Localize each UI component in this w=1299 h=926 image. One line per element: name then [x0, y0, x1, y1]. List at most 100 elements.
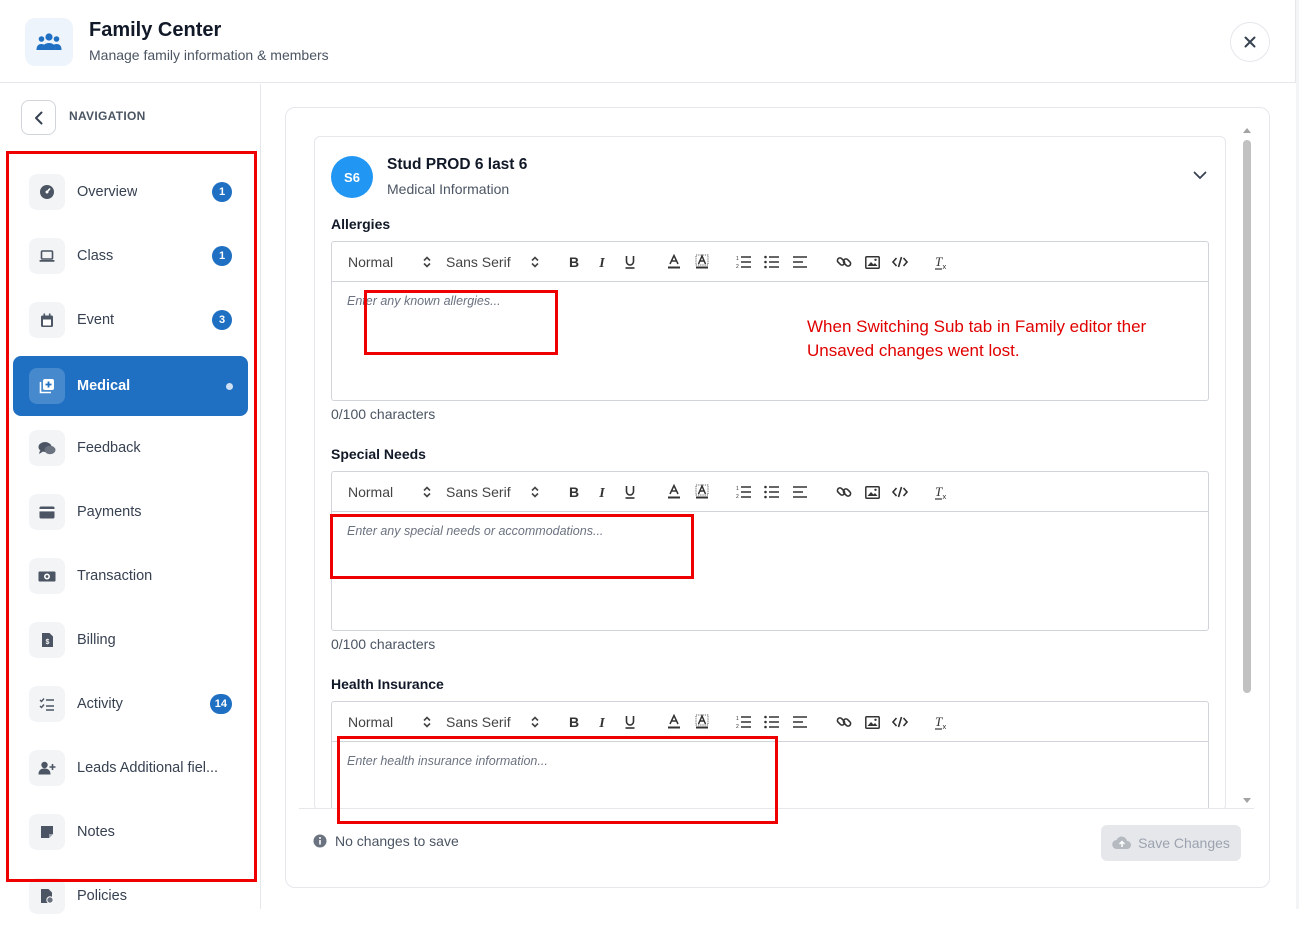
updown-icon [418, 713, 436, 731]
bold-icon[interactable]: B [565, 483, 583, 501]
link-icon[interactable] [835, 253, 853, 271]
align-icon[interactable] [791, 253, 809, 271]
text-color-icon[interactable] [665, 713, 683, 731]
save-status: No changes to save [313, 833, 459, 849]
cloud-upload-icon [1112, 836, 1132, 850]
sidebar-item-label: Policies [77, 888, 127, 904]
annotation-line-1: When Switching Sub tab in Family editor … [807, 317, 1147, 336]
page-title: Family Center [89, 19, 222, 41]
updown-icon [418, 253, 436, 271]
heading-select-value: Normal [348, 714, 394, 730]
collapse-panel-button[interactable] [1193, 167, 1207, 185]
underline-icon[interactable] [621, 713, 639, 731]
image-icon[interactable] [863, 713, 881, 731]
text-color-icon[interactable] [665, 253, 683, 271]
background-color-icon[interactable] [693, 483, 711, 501]
student-medical-panel: S6 Stud PROD 6 last 6 Medical Informatio… [314, 136, 1226, 811]
bullet-list-icon[interactable] [763, 253, 781, 271]
section-subtitle: Medical Information [387, 181, 510, 197]
bullet-list-icon[interactable] [763, 483, 781, 501]
navigation-label: NAVIGATION [69, 109, 146, 123]
annotation-note: When Switching Sub tab in Family editor … [807, 315, 1183, 363]
family-center-window: Family Center Manage family information … [0, 0, 1299, 914]
save-changes-label: Save Changes [1138, 835, 1230, 851]
heading-select-value: Normal [348, 484, 394, 500]
header: Family Center Manage family information … [0, 0, 1296, 83]
collapse-navigation-button[interactable] [21, 100, 56, 135]
font-select-value: Sans Serif [446, 484, 511, 500]
font-select[interactable]: Sans Serif [446, 472, 511, 512]
save-changes-button[interactable]: Save Changes [1101, 825, 1241, 861]
italic-icon[interactable]: I [593, 253, 611, 271]
link-icon[interactable] [835, 483, 853, 501]
svg-text:x: x [943, 262, 947, 270]
allergies-char-count: 0/100 characters [331, 406, 436, 422]
svg-text:B: B [569, 255, 579, 269]
heading-select-value: Normal [348, 254, 394, 270]
bullet-list-icon[interactable] [763, 713, 781, 731]
ordered-list-icon[interactable]: 12 [735, 713, 753, 731]
clear-format-icon[interactable]: Tx [933, 713, 951, 731]
svg-text:2: 2 [736, 494, 739, 499]
svg-text:x: x [943, 492, 947, 500]
annotation-box-health-insurance [337, 736, 778, 824]
updown-icon [418, 483, 436, 501]
svg-text:2: 2 [736, 724, 739, 729]
image-icon[interactable] [863, 253, 881, 271]
close-icon [1244, 36, 1256, 48]
ordered-list-icon[interactable]: 12 [735, 483, 753, 501]
font-select[interactable]: Sans Serif [446, 242, 511, 282]
close-button[interactable] [1230, 22, 1270, 62]
updown-icon [526, 483, 544, 501]
special-needs-label: Special Needs [331, 446, 426, 462]
svg-text:I: I [598, 256, 605, 269]
annotation-box-special-needs [330, 514, 694, 579]
code-icon[interactable] [891, 483, 909, 501]
heading-select[interactable]: Normal [348, 242, 393, 282]
svg-text:1: 1 [736, 256, 739, 262]
svg-text:1: 1 [736, 716, 739, 722]
svg-text:B: B [569, 485, 579, 499]
updown-icon [526, 253, 544, 271]
italic-icon[interactable]: I [593, 483, 611, 501]
annotation-line-2: Unsaved changes went lost. [807, 341, 1020, 360]
page-subtitle: Manage family information & members [89, 47, 329, 63]
underline-icon[interactable] [621, 253, 639, 271]
link-icon[interactable] [835, 713, 853, 731]
underline-icon[interactable] [621, 483, 639, 501]
svg-text:I: I [598, 486, 605, 499]
svg-text:I: I [598, 716, 605, 729]
svg-text:B: B [569, 715, 579, 729]
italic-icon[interactable]: I [593, 713, 611, 731]
chevron-left-icon [34, 111, 42, 124]
chevron-down-icon [1193, 171, 1207, 180]
font-select-value: Sans Serif [446, 254, 511, 270]
bold-icon[interactable]: B [565, 713, 583, 731]
font-select-value: Sans Serif [446, 714, 511, 730]
code-icon[interactable] [891, 253, 909, 271]
svg-text:1: 1 [736, 486, 739, 492]
allergies-label: Allergies [331, 216, 391, 232]
info-icon [313, 834, 327, 848]
code-icon[interactable] [891, 713, 909, 731]
updown-icon [526, 713, 544, 731]
text-color-icon[interactable] [665, 483, 683, 501]
image-icon[interactable] [863, 483, 881, 501]
svg-text:2: 2 [736, 264, 739, 269]
align-icon[interactable] [791, 713, 809, 731]
align-icon[interactable] [791, 483, 809, 501]
scrollbar-thumb[interactable] [1243, 140, 1251, 693]
bold-icon[interactable]: B [565, 253, 583, 271]
heading-select[interactable]: Normal [348, 472, 393, 512]
special-needs-char-count: 0/100 characters [331, 636, 436, 652]
clear-format-icon[interactable]: Tx [933, 483, 951, 501]
ordered-list-icon[interactable]: 12 [735, 253, 753, 271]
background-color-icon[interactable] [693, 253, 711, 271]
editor-toolbar: Normal Sans Serif B I 12 Tx [332, 242, 1208, 282]
annotation-box-allergies [364, 290, 558, 355]
clear-format-icon[interactable]: Tx [933, 253, 951, 271]
health-insurance-label: Health Insurance [331, 676, 444, 692]
annotation-box-sidebar [6, 151, 257, 882]
family-icon [25, 18, 73, 66]
background-color-icon[interactable] [693, 713, 711, 731]
